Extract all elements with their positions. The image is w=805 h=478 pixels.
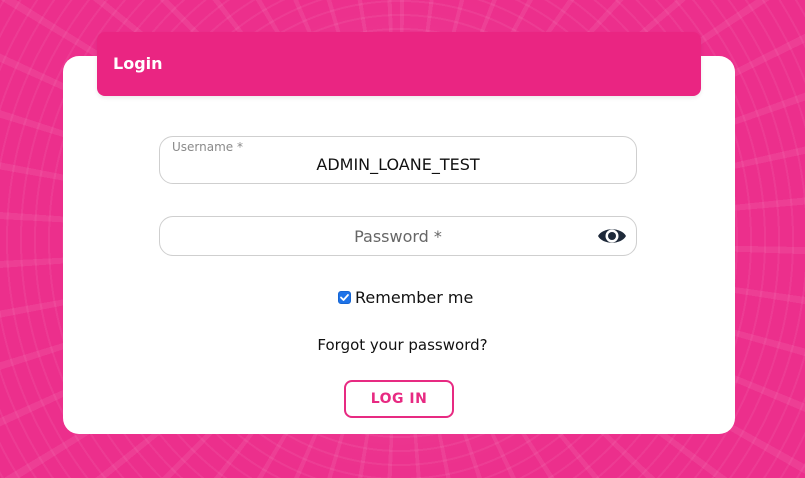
card-title: Login [113,54,163,73]
checkmark-icon [340,294,349,301]
login-card-header: Login [97,32,701,96]
remember-me[interactable]: Remember me [338,288,473,307]
username-field[interactable]: Username * ADMIN_LOANE_TEST [159,136,637,184]
eye-icon[interactable] [596,223,628,249]
remember-label[interactable]: Remember me [355,288,473,307]
remember-checkbox[interactable] [338,291,351,304]
username-label: Username * [172,140,243,154]
username-value[interactable]: ADMIN_LOANE_TEST [160,155,636,174]
password-field[interactable]: Password * [159,216,637,256]
password-placeholder: Password * [354,227,442,246]
login-button[interactable]: LOG IN [344,380,454,418]
forgot-password-link[interactable]: Forgot your password? [0,336,805,354]
